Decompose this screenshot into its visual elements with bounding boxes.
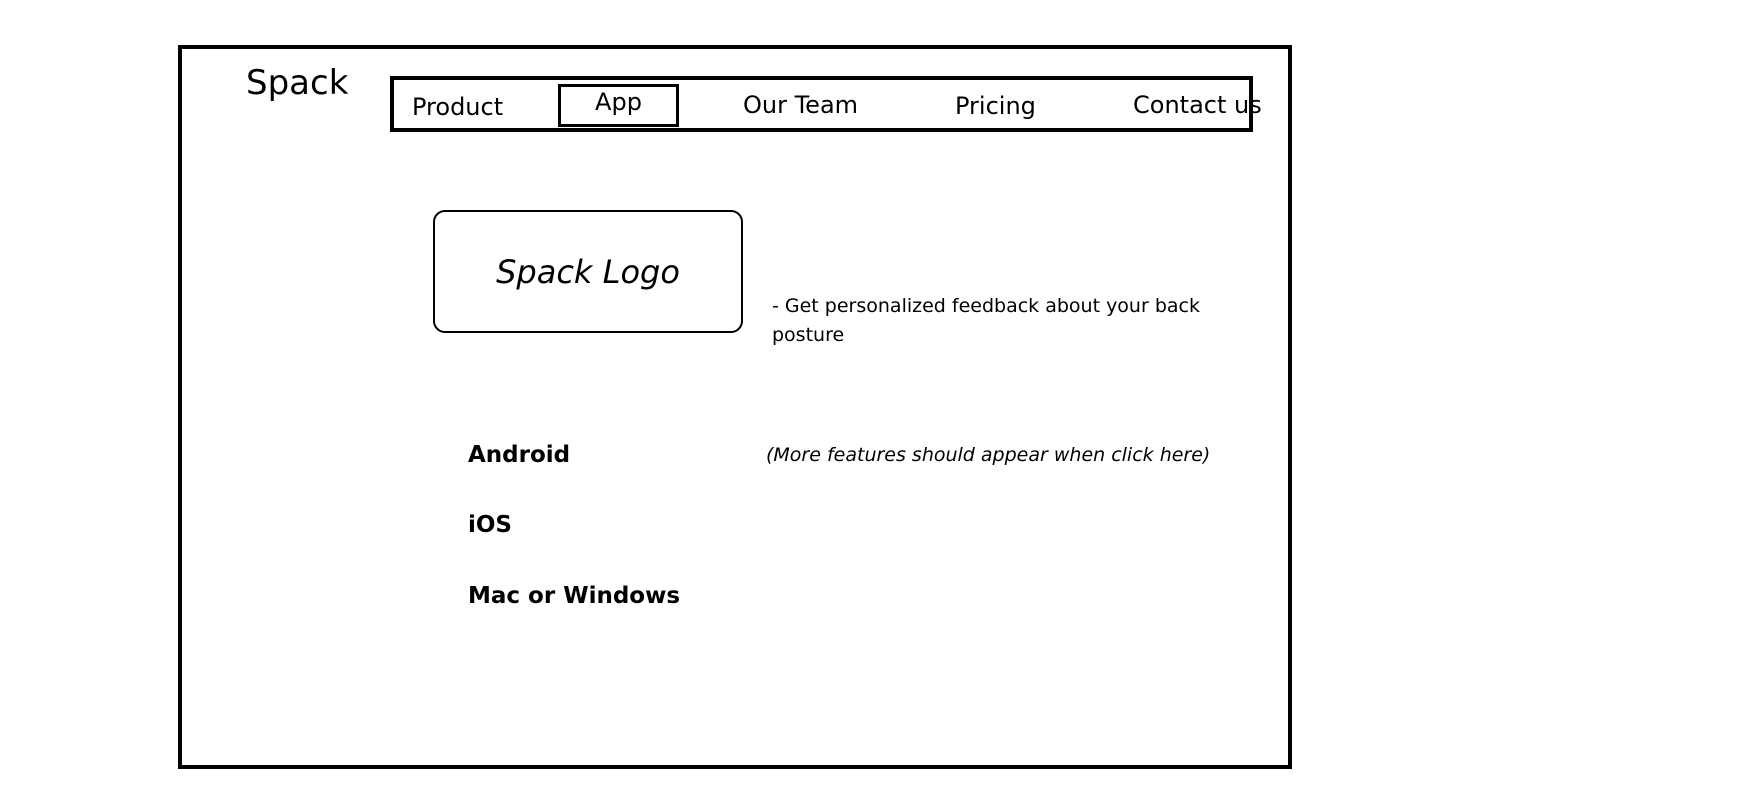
more-features-note: (More features should appear when click … [766,444,1211,466]
platform-link-ios[interactable]: iOS [468,510,512,540]
brand-name: Spack [246,63,349,103]
nav-item-our-team[interactable]: Our Team [743,90,858,120]
nav-item-pricing[interactable]: Pricing [955,91,1036,121]
nav-item-app[interactable]: App [558,84,679,127]
nav-item-product[interactable]: Product [412,92,503,122]
logo-placeholder: Spack Logo [433,210,743,333]
feature-description: - Get personalized feedback about your b… [772,295,1200,346]
nav-item-contact-us[interactable]: Contact us [1133,90,1262,120]
logo-placeholder-label: Spack Logo [496,252,680,291]
top-nav: Product App Our Team Pricing Contact us [390,76,1262,132]
platform-link-android[interactable]: Android [468,440,570,470]
platform-link-mac-or-windows[interactable]: Mac or Windows [468,581,680,611]
page-frame [178,45,1292,769]
